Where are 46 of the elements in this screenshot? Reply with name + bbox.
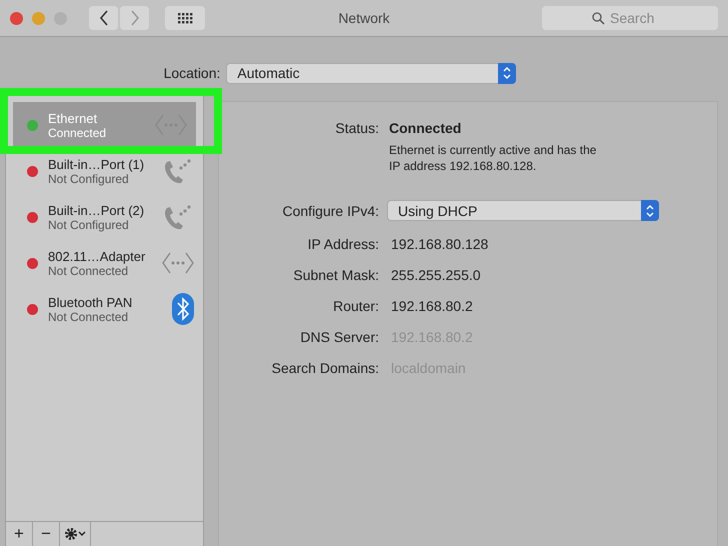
service-name: Bluetooth PAN — [48, 294, 134, 310]
field-label: DNS Server: — [299, 329, 379, 345]
service-item[interactable]: Bluetooth PAN Not Connected — [6, 286, 203, 332]
minimize-button[interactable] — [32, 12, 45, 24]
stepper-icon — [498, 62, 516, 84]
service-item[interactable]: 802.11…Adapter Not Connected — [6, 240, 203, 286]
field-label: IP Address: — [306, 236, 379, 252]
service-name: Built-in…Port (2) — [48, 202, 146, 218]
service-status: Not Connected — [48, 310, 130, 324]
location-dropdown[interactable]: Automatic — [226, 62, 516, 84]
show-all-button[interactable] — [165, 6, 205, 30]
service-item[interactable]: Built-in…Port (2) Not Configured — [6, 194, 203, 240]
field-label: Search Domains: — [270, 360, 379, 376]
field-value: 192.168.80.128 — [390, 236, 488, 252]
stepper-icon — [641, 200, 659, 221]
service-name: Built-in…Port (1) — [48, 156, 146, 172]
configure-label: Configure IPv4: — [282, 202, 379, 218]
field-label: Subnet Mask: — [292, 267, 379, 283]
network-dots-icon — [161, 251, 195, 275]
service-status: Connected — [48, 126, 108, 140]
status-value: Connected — [389, 120, 462, 136]
field-value: 255.255.255.0 — [390, 267, 481, 283]
configure-dropdown[interactable]: Using DHCP — [387, 200, 659, 221]
grid-icon — [177, 12, 193, 24]
service-status: Not Connected — [48, 264, 128, 278]
window-title: Network — [338, 10, 390, 26]
search-field[interactable]: Search — [542, 6, 718, 30]
bluetooth-icon — [171, 292, 195, 326]
service-name: 802.11…Adapter — [48, 248, 146, 264]
service-item[interactable]: Built-in…Port (1) Not Configured — [6, 148, 203, 194]
field-label: Router: — [332, 298, 379, 314]
list-button[interactable]: − — [33, 522, 60, 546]
field-value: 192.168.80.2 — [390, 298, 473, 314]
service-status: Not Configured — [48, 172, 129, 186]
search-icon — [592, 12, 605, 25]
service-name: Ethernet — [48, 110, 98, 126]
status-label: Status: — [334, 120, 379, 138]
close-button[interactable] — [10, 12, 23, 24]
gear-icon — [63, 526, 87, 542]
list-button[interactable]: + — [6, 522, 33, 546]
back-button[interactable] — [89, 6, 118, 30]
back-icon — [98, 10, 108, 26]
location-label: Location: — [164, 65, 220, 81]
forward-icon — [130, 10, 140, 26]
service-status: Not Configured — [48, 218, 129, 232]
status-description: Ethernet is currently active and has the IP address 192.168.80.128. — [389, 142, 598, 174]
